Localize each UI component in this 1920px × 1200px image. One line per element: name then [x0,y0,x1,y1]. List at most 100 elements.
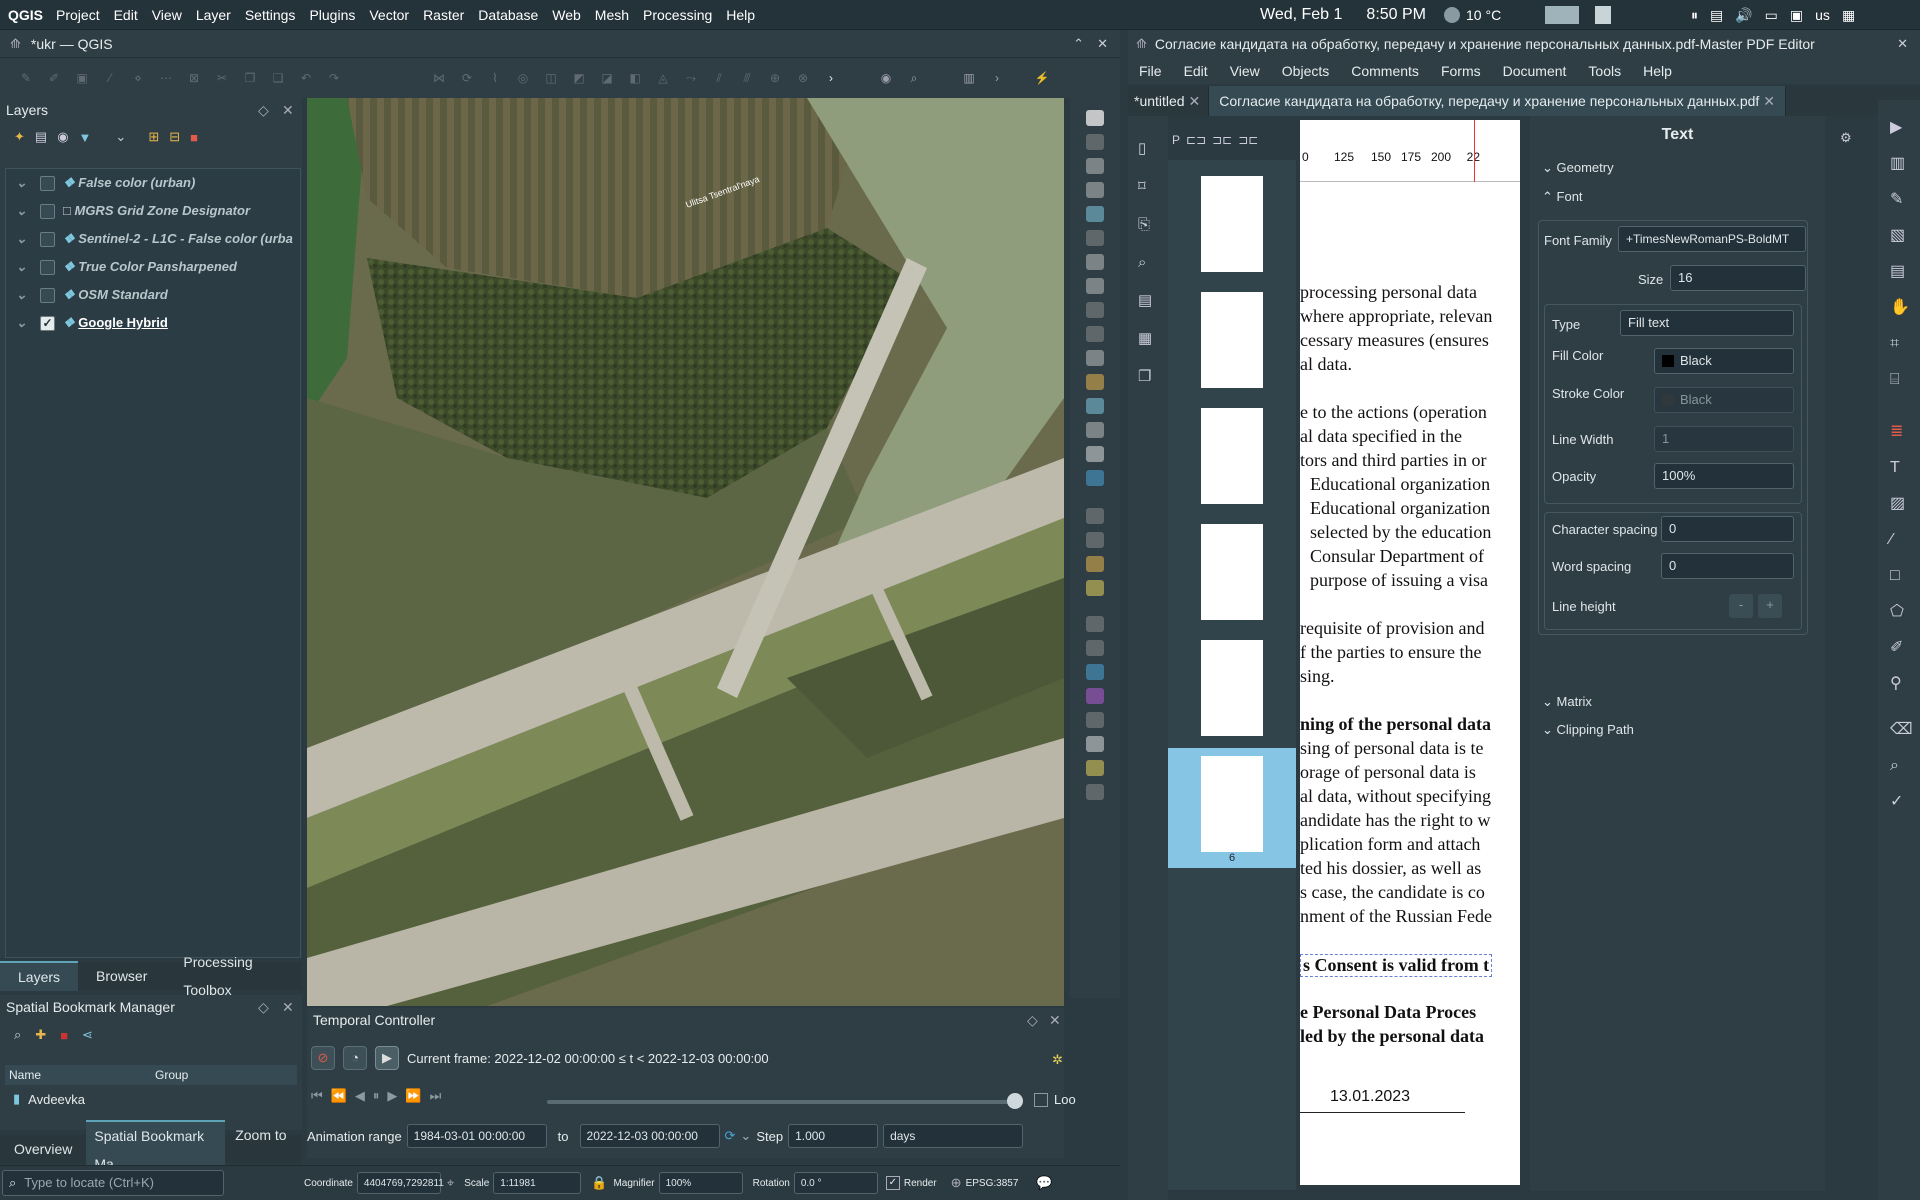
line-width-input[interactable]: 1 [1654,426,1794,452]
app-logo[interactable]: QGIS [0,0,49,30]
edit-icon[interactable]: ✐ [43,69,65,87]
add-image-icon[interactable]: ▨ [1890,486,1908,522]
timeline-slider[interactable] [547,1100,1017,1104]
text-line[interactable]: sing of personal data is te [1300,738,1483,759]
scale-select[interactable]: 1:11981 [493,1172,582,1194]
attachments-icon[interactable]: ⎘ [1138,206,1158,244]
measure-icon[interactable] [1086,736,1104,752]
line-height-increase[interactable]: + [1758,594,1782,618]
text-line[interactable]: sing. [1300,666,1335,687]
delete-ring-icon[interactable]: ◪ [596,69,618,87]
float-icon[interactable]: ◇ [1027,1008,1038,1032]
add-line-icon[interactable]: ⁄ [99,69,121,87]
expand-arrow-icon[interactable]: ⌄ [16,309,30,337]
font-section[interactable]: ⌃ Font [1542,189,1583,205]
page-thumbnail[interactable] [1201,176,1263,272]
refresh-icon[interactable] [1086,470,1104,486]
select-all-icon[interactable] [1086,580,1104,596]
panel-close-icon[interactable]: ✕ [1049,1008,1061,1032]
sync-range-icon[interactable]: ⟳ [725,1128,736,1144]
menu-processing[interactable]: Processing [636,0,719,30]
pan-icon[interactable] [1086,110,1104,126]
play-icon[interactable]: ▶ [387,1088,397,1104]
pin-icon[interactable]: ⟰ [1136,36,1147,52]
add-part-icon[interactable]: ◫ [540,69,562,87]
menu-settings[interactable]: Settings [238,0,303,30]
pin-icon[interactable]: ⟰ [10,36,21,52]
text-line[interactable]: f the parties to ensure the [1300,642,1481,663]
zoom-in-icon[interactable] [1086,158,1104,174]
text-line[interactable]: al data specified in the [1300,426,1462,447]
simplify-icon[interactable]: ⌇ [484,69,506,87]
magnifier-input[interactable]: 100% [658,1172,743,1194]
select-by-value-icon[interactable] [1086,556,1104,572]
crop-icon[interactable]: ⌗ [1890,326,1908,362]
pdf-menu-document[interactable]: Document [1492,58,1578,84]
timeline-handle[interactable] [1007,1093,1023,1109]
tab-browser[interactable]: Browser [78,962,165,990]
matrix-section[interactable]: ⌄ Matrix [1542,694,1592,710]
step-unit-select[interactable]: days [883,1124,1024,1148]
back-step-icon[interactable]: ⏪ [331,1088,347,1104]
pdf-page[interactable]: processing personal data where appropria… [1300,182,1520,1185]
menu-mesh[interactable]: Mesh [588,0,636,30]
column-name[interactable]: Name [5,1068,155,1082]
delete-part-icon[interactable]: ◧ [624,69,646,87]
workspace-1[interactable] [1545,6,1579,24]
settings-icon[interactable] [1086,664,1104,680]
locator-input[interactable]: ⌕ Type to locate (Ctrl+K) [2,1170,224,1196]
expand-all-icon[interactable]: ⊞ [148,129,159,145]
polygon-icon[interactable]: ⬠ [1890,594,1908,630]
network-icon[interactable]: ▦ [1842,0,1855,30]
eraser-icon[interactable]: ⌫ [1890,712,1913,748]
pdf-menu-view[interactable]: View [1219,58,1271,84]
layer-checkbox[interactable] [40,232,55,248]
coordinate-toggle-icon[interactable]: ⌖ [447,1175,454,1191]
page-thumbnail[interactable] [1201,292,1263,388]
form-fields-icon[interactable]: ▤ [1890,254,1908,290]
sum-icon[interactable] [1086,688,1104,704]
forward-step-icon[interactable]: ⏩ [405,1088,421,1104]
pdf-menu-objects[interactable]: Objects [1271,58,1340,84]
hand-icon[interactable]: ✋ [1890,290,1910,326]
text-line[interactable]: processing personal data [1300,282,1477,303]
check-icon[interactable]: ✓ [1890,784,1908,820]
crs-icon[interactable]: ⊕ [951,1175,962,1191]
panel-close-icon[interactable]: ✕ [282,995,294,1019]
expand-arrow-icon[interactable]: ⌄ [16,169,30,197]
rectangle-icon[interactable]: □ [1890,558,1908,594]
identify-icon[interactable] [1086,616,1104,632]
locator-icon[interactable]: ▥ [958,69,980,87]
text-line[interactable]: led by the personal data [1300,1026,1484,1047]
layer-row[interactable]: ⌄ ❖ Sentinel-2 - L1C - False color (urba [6,225,300,253]
thumb-page-icon[interactable]: P [1172,133,1180,147]
zoom-full-icon[interactable] [1086,206,1104,222]
add-text-icon[interactable]: T [1890,450,1908,486]
plugin-icon[interactable]: ◉ [875,69,897,87]
redo-icon[interactable]: ↷ [323,69,345,87]
text-line[interactable]: cessary measures (ensures [1300,330,1489,351]
text-line[interactable]: purpose of issuing a visa [1310,570,1488,591]
display-icon[interactable]: ▣ [1790,0,1803,30]
opacity-input[interactable]: 100% [1654,463,1794,489]
clipboard-icon[interactable]: ▤ [1710,0,1723,30]
battery-icon[interactable]: ▭ [1765,0,1778,30]
pdf-menu-comments[interactable]: Comments [1340,58,1430,84]
deselect-icon[interactable] [1086,532,1104,548]
search-icon[interactable]: ⌕ [1138,244,1158,282]
new-map-view-icon[interactable] [1086,350,1104,366]
lock-icon[interactable]: 🔒 [591,1175,607,1191]
vertex-icon[interactable]: ⋄ [127,69,149,87]
clock-icon[interactable] [1086,446,1104,462]
loop-toggle[interactable]: Loo [1034,1092,1076,1107]
selected-page[interactable]: 6 [1168,748,1296,868]
range-end-input[interactable]: 2022-12-03 00:00:00 [579,1124,720,1148]
menu-raster[interactable]: Raster [416,0,471,30]
rotation-input[interactable]: 0.0 ° [793,1172,878,1194]
tab-close-icon[interactable]: ✕ [1188,93,1200,109]
table-row[interactable]: ▮ Avdeevka [5,1087,297,1111]
split-features-icon[interactable]: ⫽ [708,69,730,87]
fill-color-select[interactable]: Black [1654,348,1794,374]
text-line[interactable]: plication form and attach [1300,834,1480,855]
text-line[interactable]: ted his dossier, as well as [1300,858,1481,879]
